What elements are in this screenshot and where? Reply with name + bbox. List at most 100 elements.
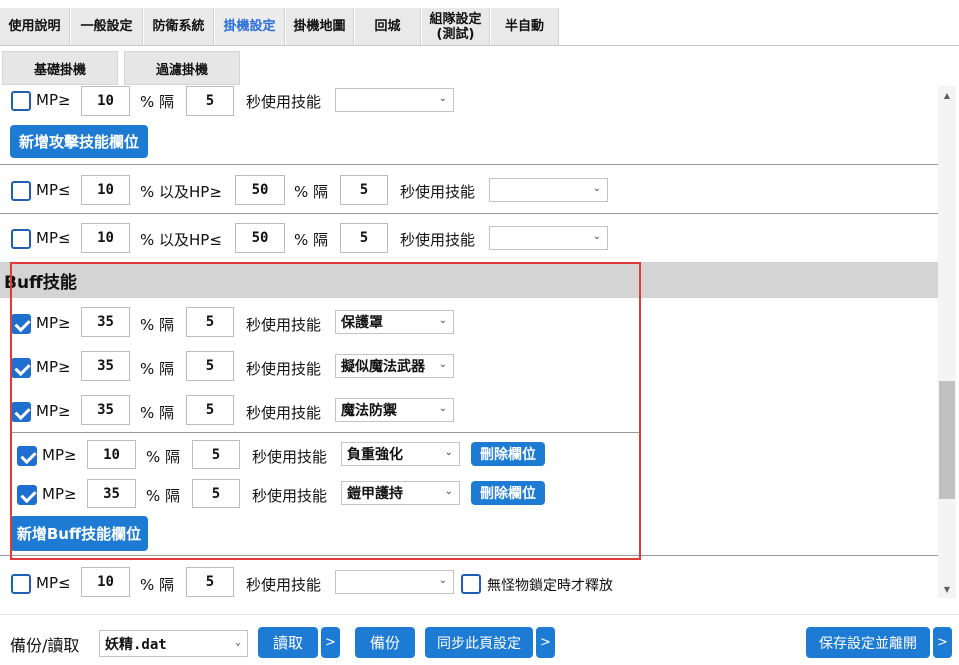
scrollbar-thumb[interactable]: [939, 381, 955, 499]
interval-input[interactable]: 5: [186, 86, 234, 116]
hp-threshold-input[interactable]: 50: [235, 223, 285, 253]
tab-help[interactable]: 使用說明: [0, 8, 70, 45]
save-exit-button[interactable]: 保存設定並離開: [806, 627, 930, 658]
pct-interval-label: % 隔: [140, 576, 175, 594]
mp-threshold-input[interactable]: 10: [81, 223, 130, 253]
skill-select[interactable]: ⌄: [335, 570, 454, 594]
divider: [10, 432, 640, 433]
chevron-down-icon: ⌄: [438, 93, 447, 104]
chevron-down-icon: ⌄: [438, 403, 447, 414]
hp-threshold-input[interactable]: 50: [235, 175, 285, 205]
mp-label: MP≥: [42, 485, 77, 503]
lock-only-label: 無怪物鎖定時才釋放: [487, 578, 613, 594]
interval-input[interactable]: 5: [192, 440, 240, 469]
buff-heading-text: Buff技能: [4, 272, 77, 293]
add-buff-skill-button[interactable]: 新增Buff技能欄位: [10, 516, 148, 551]
mp-label: MP≤: [36, 574, 71, 592]
read-button[interactable]: 讀取: [258, 627, 318, 658]
mp-lock-row-checkbox[interactable]: [11, 574, 31, 594]
interval-input[interactable]: 5: [186, 395, 234, 425]
chevron-down-icon: ⌄: [438, 359, 447, 370]
interval-input[interactable]: 5: [186, 567, 234, 597]
skill-select[interactable]: ⌄: [489, 178, 608, 202]
use-skill-label: 秒使用技能: [246, 316, 322, 334]
divider: [0, 555, 938, 556]
add-attack-skill-button[interactable]: 新增攻擊技能欄位: [10, 125, 148, 158]
tab-idle-map[interactable]: 掛機地圖: [286, 8, 354, 45]
mp-threshold-input[interactable]: 35: [81, 351, 130, 381]
mp-threshold-input[interactable]: 35: [87, 479, 136, 508]
chevron-down-icon: ⌄: [444, 486, 453, 497]
interval-input[interactable]: 5: [186, 307, 234, 337]
pct-interval-label: % 隔: [140, 316, 175, 334]
interval-input[interactable]: 5: [340, 175, 388, 205]
mp-threshold-input[interactable]: 35: [81, 307, 130, 337]
mp-label: MP≥: [36, 402, 71, 420]
mp-threshold-input[interactable]: 10: [81, 86, 130, 116]
skill-select[interactable]: 鎧甲護持 ⌄: [341, 481, 460, 505]
pct-interval-label: % 隔: [294, 183, 329, 201]
buff-row-checkbox[interactable]: [17, 485, 37, 505]
interval-input[interactable]: 5: [340, 223, 388, 253]
mp-label: MP≥: [36, 314, 71, 332]
chevron-down-icon: ⌄: [438, 575, 447, 586]
sync-more-button[interactable]: >: [536, 627, 555, 658]
mp-lock-row: MP≤ 10 % 隔 5 秒使用技能 ⌄ 無怪物鎖定時才釋放: [0, 567, 938, 598]
skill-select[interactable]: 擬似魔法武器 ⌄: [335, 354, 454, 378]
tab-return-town[interactable]: 回城: [355, 8, 421, 45]
mp-threshold-input[interactable]: 10: [81, 175, 130, 205]
backup-file-select[interactable]: 妖精.dat ⌄: [99, 630, 248, 657]
skill-select[interactable]: 負重強化 ⌄: [341, 442, 460, 466]
mp-threshold-input[interactable]: 35: [81, 395, 130, 425]
use-skill-label: 秒使用技能: [246, 576, 322, 594]
mp-hp-row-2: MP≤ 10 % 以及HP≤ 50 % 隔 5 秒使用技能 ⌄: [0, 223, 938, 255]
filter-idle-button[interactable]: 過濾掛機: [124, 51, 240, 85]
skill-select[interactable]: ⌄: [335, 88, 454, 112]
backup-file-value: 妖精.dat: [105, 636, 167, 653]
skill-select[interactable]: ⌄: [489, 226, 608, 250]
skill-select[interactable]: 魔法防禦 ⌄: [335, 398, 454, 422]
lock-only-checkbox[interactable]: [461, 574, 481, 594]
tab-idle-settings[interactable]: 掛機設定: [215, 8, 285, 45]
buff-row-checkbox[interactable]: [17, 446, 37, 466]
mp-hp-row-checkbox[interactable]: [11, 229, 31, 249]
skill-select-value: 保護罩: [341, 315, 383, 331]
skill-select-value: 負重強化: [347, 447, 403, 463]
tab-party[interactable]: 組隊設定 (測試): [422, 8, 490, 45]
buff-row-checkbox[interactable]: [11, 402, 31, 422]
tab-defense[interactable]: 防衛系統: [144, 8, 214, 45]
mp-threshold-input[interactable]: 10: [81, 567, 130, 597]
mp-threshold-input[interactable]: 10: [87, 440, 136, 469]
tab-general[interactable]: 一般設定: [71, 8, 143, 45]
skill-select[interactable]: 保護罩 ⌄: [335, 310, 454, 334]
skill-select-value: 擬似魔法武器: [341, 359, 425, 375]
interval-input[interactable]: 5: [186, 351, 234, 381]
scroll-up-arrow-icon[interactable]: ▲: [938, 88, 956, 102]
mp-hp-row-checkbox[interactable]: [11, 181, 31, 201]
read-more-button[interactable]: >: [321, 627, 340, 658]
delete-row-button[interactable]: 刪除欄位: [471, 481, 545, 505]
tab-semi-auto[interactable]: 半自動: [491, 8, 559, 45]
basic-idle-button[interactable]: 基礎掛機: [2, 51, 118, 85]
buff-row-checkbox[interactable]: [11, 314, 31, 334]
buff-extra-row-1: MP≥ 10 % 隔 5 秒使用技能 負重強化 ⌄ 刪除欄位: [0, 440, 938, 470]
backup-button[interactable]: 備份: [355, 627, 415, 658]
mp-hp-row-1: MP≤ 10 % 以及HP≥ 50 % 隔 5 秒使用技能 ⌄: [0, 175, 938, 207]
buff-row-2: MP≥ 35 % 隔 5 秒使用技能 擬似魔法武器 ⌄: [0, 351, 938, 383]
mp-label: MP≥: [42, 446, 77, 464]
delete-row-button[interactable]: 刪除欄位: [471, 442, 545, 466]
use-skill-label: 秒使用技能: [246, 93, 322, 111]
use-skill-label: 秒使用技能: [400, 183, 476, 201]
save-more-button[interactable]: >: [933, 627, 952, 658]
content-scrollbar[interactable]: ▲ ▼: [938, 86, 956, 598]
scroll-down-arrow-icon[interactable]: ▼: [938, 582, 956, 596]
buff-row-checkbox[interactable]: [11, 358, 31, 378]
sync-page-button[interactable]: 同步此頁設定: [425, 627, 533, 658]
pct-interval-label: % 隔: [140, 360, 175, 378]
pct-interval-label: % 隔: [294, 231, 329, 249]
skill-select-value: 鎧甲護持: [347, 486, 403, 502]
attack-row-checkbox[interactable]: [11, 91, 31, 111]
interval-input[interactable]: 5: [192, 479, 240, 508]
divider: [0, 164, 938, 165]
mp-label: MP≤: [36, 181, 71, 199]
